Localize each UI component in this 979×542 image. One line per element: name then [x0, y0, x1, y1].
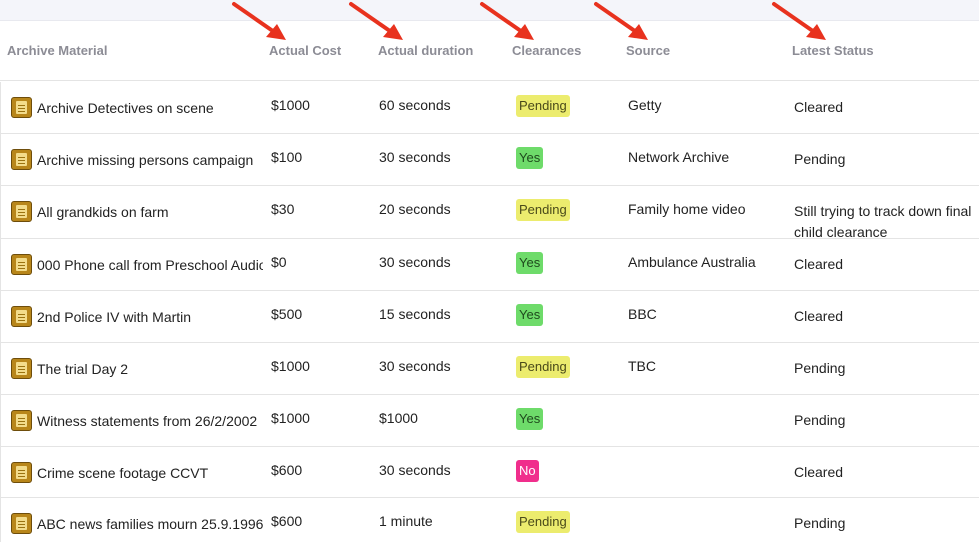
archive-material-label: Archive Detectives on scene — [37, 99, 214, 116]
cell-latest-status: Pending — [794, 412, 846, 428]
clearance-badge: Yes — [516, 252, 544, 274]
cell-latest-status: Pending — [794, 151, 846, 167]
cell-latest-status: Cleared — [794, 308, 844, 324]
table-row[interactable]: ABC news families mourn 25.9.1996 $600 1 m… — [0, 498, 979, 542]
cell-archive-material[interactable]: The trial Day 2 — [11, 358, 263, 379]
column-header-clearances[interactable]: Clearances — [512, 43, 581, 58]
cell-clearances: Pending — [516, 199, 570, 221]
clearance-badge: Pending — [516, 95, 570, 117]
archive-material-label: 2nd Police IV with Martin — [37, 308, 192, 325]
cell-actual-cost: $500 — [271, 306, 303, 322]
archive-material-label: All grandkids on farm — [37, 203, 169, 220]
cell-archive-material[interactable]: ABC news families mourn 25.9.1996 — [11, 513, 263, 534]
table-row[interactable]: The trial Day 2 $1000 30 seconds Pending TBC… — [0, 343, 979, 395]
cell-source: BBC — [628, 306, 657, 322]
clearance-badge: Pending — [516, 199, 570, 221]
document-icon[interactable] — [11, 149, 32, 170]
red-arrow-icon — [594, 2, 648, 40]
cell-actual-cost: $1000 — [271, 358, 310, 374]
cell-source: Family home video — [628, 201, 746, 217]
column-header-actual-duration[interactable]: Actual duration — [378, 43, 473, 58]
column-header-latest-status[interactable]: Latest Status — [792, 43, 874, 58]
cell-latest-status: Cleared — [794, 256, 844, 272]
cell-actual-cost: $600 — [271, 462, 303, 478]
clearance-badge: Yes — [516, 304, 544, 326]
archive-material-label: Archive missing persons campaign — [37, 151, 254, 168]
red-arrow-icon — [772, 2, 826, 40]
document-icon[interactable] — [11, 358, 32, 379]
red-arrow-icon — [349, 2, 403, 40]
cell-latest-status: Pending — [794, 515, 846, 531]
cell-clearances: Pending — [516, 95, 570, 117]
cell-source: Getty — [628, 97, 662, 113]
clearance-badge: Pending — [516, 511, 570, 533]
cell-actual-cost: $600 — [271, 513, 303, 529]
cell-actual-cost: $100 — [271, 149, 303, 165]
archive-material-label: 000 Phone call from Preschool Audio — [37, 256, 263, 273]
cell-clearances: Yes — [516, 147, 544, 169]
table-row[interactable]: Archive missing persons campaign $100 30 s… — [0, 134, 979, 186]
cell-clearances: No — [516, 460, 539, 482]
column-header-archive-material[interactable]: Archive Material — [7, 43, 107, 58]
cell-clearances: Pending — [516, 356, 570, 378]
archive-material-label: Witness statements from 26/2/2002 — [37, 412, 258, 429]
document-icon[interactable] — [11, 513, 32, 534]
red-arrow-icon — [232, 2, 286, 40]
cell-latest-status: Pending — [794, 360, 846, 376]
table-row[interactable]: Crime scene footage CCVT $600 30 seconds No… — [0, 447, 979, 498]
cell-actual-duration: 30 seconds — [379, 149, 451, 165]
cell-clearances: Yes — [516, 252, 544, 274]
table-row[interactable]: Witness statements from 26/2/2002 $1000 $1… — [0, 395, 979, 447]
cell-archive-material[interactable]: 2nd Police IV with Martin — [11, 306, 263, 327]
table-row[interactable]: 2nd Police IV with Martin $500 15 seconds Y… — [0, 291, 979, 343]
cell-actual-duration: 1 minute — [379, 513, 433, 529]
column-header-actual-cost[interactable]: Actual Cost — [269, 43, 341, 58]
cell-actual-duration: $1000 — [379, 410, 418, 426]
table-row[interactable]: All grandkids on farm $30 20 seconds Pendin… — [0, 186, 979, 240]
clearance-badge: Pending — [516, 356, 570, 378]
archive-material-label: Crime scene footage CCVT — [37, 464, 209, 481]
document-icon[interactable] — [11, 254, 32, 275]
cell-latest-status: Cleared — [794, 99, 844, 115]
table-body: Archive Detectives on scene $1000 60 secon… — [0, 82, 979, 542]
cell-source: Ambulance Australia — [628, 254, 756, 270]
cell-archive-material[interactable]: Crime scene footage CCVT — [11, 462, 263, 483]
cell-actual-duration: 30 seconds — [379, 462, 451, 478]
cell-latest-status: Still trying to track down final child c… — [794, 203, 972, 240]
clearance-badge: Yes — [516, 408, 544, 430]
cell-source: TBC — [628, 358, 656, 374]
document-icon[interactable] — [11, 97, 32, 118]
cell-archive-material[interactable]: 000 Phone call from Preschool Audio — [11, 254, 263, 275]
cell-actual-cost: $1000 — [271, 410, 310, 426]
cell-archive-material[interactable]: Archive missing persons campaign — [11, 149, 263, 170]
column-header-source[interactable]: Source — [626, 43, 670, 58]
cell-actual-cost: $1000 — [271, 97, 310, 113]
cell-actual-duration: 30 seconds — [379, 358, 451, 374]
cell-clearances: Yes — [516, 304, 544, 326]
table-row[interactable]: Archive Detectives on scene $1000 60 secon… — [0, 82, 979, 134]
archive-material-label: ABC news families mourn 25.9.1996 — [37, 515, 263, 532]
document-icon[interactable] — [11, 410, 32, 431]
cell-clearances: Pending — [516, 511, 570, 533]
clearance-badge: Yes — [516, 147, 544, 169]
cell-actual-cost: $30 — [271, 201, 295, 217]
document-icon[interactable] — [11, 201, 32, 222]
cell-clearances: Yes — [516, 408, 544, 430]
cell-actual-duration: 30 seconds — [379, 254, 451, 270]
archive-material-label: The trial Day 2 — [37, 360, 129, 377]
cell-source: Network Archive — [628, 149, 730, 165]
cell-archive-material[interactable]: All grandkids on farm — [11, 201, 263, 222]
table-row[interactable]: 000 Phone call from Preschool Audio $0 30 … — [0, 239, 979, 291]
cell-actual-duration: 20 seconds — [379, 201, 451, 217]
cell-archive-material[interactable]: Archive Detectives on scene — [11, 97, 263, 118]
cell-actual-duration: 60 seconds — [379, 97, 451, 113]
document-icon[interactable] — [11, 462, 32, 483]
cell-latest-status: Cleared — [794, 464, 844, 480]
clearance-badge: No — [516, 460, 539, 482]
cell-actual-cost: $0 — [271, 254, 287, 270]
red-arrow-icon — [480, 2, 534, 40]
cell-archive-material[interactable]: Witness statements from 26/2/2002 — [11, 410, 263, 431]
cell-actual-duration: 15 seconds — [379, 306, 451, 322]
document-icon[interactable] — [11, 306, 32, 327]
